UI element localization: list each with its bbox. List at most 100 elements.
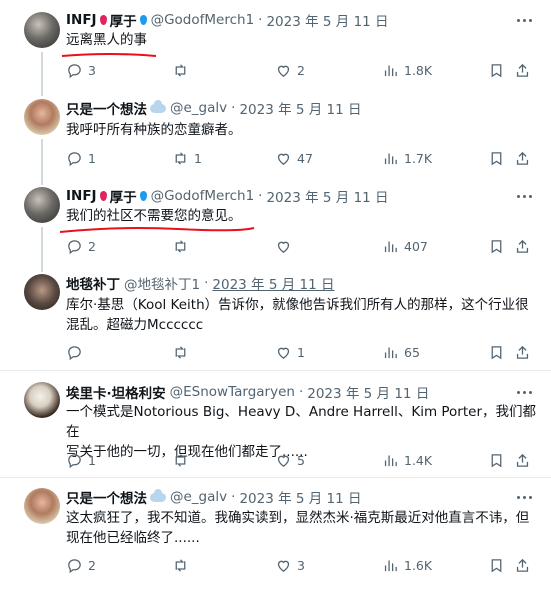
like-button[interactable]: 2 bbox=[275, 60, 305, 80]
bookmark-button[interactable] bbox=[488, 236, 505, 256]
author-name[interactable]: 埃里卡·坦格利安 bbox=[66, 382, 166, 402]
share-button[interactable] bbox=[514, 555, 531, 575]
retweet-icon bbox=[175, 558, 186, 572]
tweet-text-line: 这太疯狂了，我不知道。我确实读到，显然杰米·福克斯最近对他直言不讳，但 bbox=[66, 510, 530, 526]
bookmark-icon bbox=[491, 558, 502, 572]
annotation-underline bbox=[61, 53, 157, 57]
tweet-header: INFJ 厚于 @GodofMerch1 · 2023 年 5 月 11 日 bbox=[66, 186, 389, 206]
bookmark-button[interactable] bbox=[488, 555, 505, 575]
bookmark-button[interactable] bbox=[488, 148, 505, 168]
like-icon bbox=[277, 560, 290, 572]
tweet[interactable]: INFJ 厚于 @GodofMerch1 · 2023 年 5 月 11 日 远… bbox=[0, 0, 551, 92]
like-button[interactable] bbox=[275, 236, 297, 256]
more-icon[interactable] bbox=[514, 12, 534, 28]
views-button[interactable]: 1.8K bbox=[382, 60, 432, 80]
reply-button[interactable]: 2 bbox=[66, 555, 96, 575]
like-button[interactable]: 5 bbox=[275, 450, 305, 470]
author-handle[interactable]: @e_galv bbox=[170, 489, 227, 505]
tweet-text-line: 现在他已经临终了...... bbox=[66, 530, 200, 546]
views-button[interactable]: 1.4K bbox=[382, 450, 432, 470]
tweet-date[interactable]: 2023 年 5 月 11 日 bbox=[266, 186, 388, 206]
tweet[interactable]: 地毯补丁 @地毯补丁1 · 2023 年 5 月 11 日 库尔·基思（Kool… bbox=[0, 264, 551, 368]
retweet-button[interactable] bbox=[172, 60, 194, 80]
more-icon[interactable] bbox=[514, 489, 534, 505]
tweet-header: 只是一个想法 @e_galv · 2023 年 5 月 11 日 bbox=[66, 98, 362, 118]
avatar[interactable] bbox=[24, 12, 60, 48]
separator-dot: · bbox=[298, 384, 304, 400]
tweet-text: 库尔·基思（Kool Keith）告诉你，就像他告诉我们所有人的那样，这个行业很… bbox=[66, 295, 536, 335]
tweet[interactable]: 只是一个想法 @e_galv · 2023 年 5 月 11 日 这太疯狂了，我… bbox=[0, 478, 551, 589]
author-handle[interactable]: @地毯补丁1 bbox=[124, 273, 200, 293]
author-name-suffix[interactable]: 厚于 bbox=[110, 10, 137, 30]
author-handle[interactable]: @ESnowTargaryen bbox=[170, 384, 295, 400]
more-icon[interactable] bbox=[514, 188, 534, 204]
tweet-date[interactable]: 2023 年 5 月 11 日 bbox=[239, 487, 361, 507]
views-button[interactable]: 407 bbox=[382, 236, 428, 256]
like-button[interactable]: 1 bbox=[275, 342, 305, 362]
drop-icon bbox=[99, 191, 107, 201]
views-count: 1.6K bbox=[404, 557, 433, 573]
retweet-button[interactable] bbox=[172, 450, 194, 470]
views-button[interactable]: 65 bbox=[382, 342, 420, 362]
like-icon bbox=[277, 347, 290, 359]
share-button[interactable] bbox=[514, 60, 531, 80]
more-icon[interactable] bbox=[514, 384, 534, 400]
reply-button[interactable]: 1 bbox=[66, 450, 96, 470]
share-button[interactable] bbox=[514, 148, 531, 168]
tweet-date[interactable]: 2023 年 5 月 11 日 bbox=[212, 273, 334, 293]
tweet-text: 远离黑人的事 bbox=[66, 32, 147, 48]
author-name[interactable]: 地毯补丁 bbox=[66, 273, 120, 293]
tweet[interactable]: 只是一个想法 @e_galv · 2023 年 5 月 11 日 我呼吁所有种族… bbox=[0, 92, 551, 180]
retweet-icon bbox=[175, 453, 186, 467]
tweet-date[interactable]: 2023 年 5 月 11 日 bbox=[307, 382, 429, 402]
like-count: 3 bbox=[297, 557, 305, 573]
reply-button[interactable]: 1 bbox=[66, 148, 96, 168]
retweet-button[interactable] bbox=[172, 236, 194, 256]
annotation-underline bbox=[59, 227, 255, 233]
like-button[interactable]: 47 bbox=[275, 148, 313, 168]
views-button[interactable]: 1.7K bbox=[382, 148, 432, 168]
author-name[interactable]: 只是一个想法 bbox=[66, 98, 147, 118]
separator-dot: · bbox=[258, 188, 263, 204]
avatar[interactable] bbox=[24, 382, 60, 418]
author-handle[interactable]: @GodofMerch1 bbox=[151, 12, 255, 28]
author-name[interactable]: INFJ bbox=[66, 12, 97, 28]
author-handle[interactable]: @GodofMerch1 bbox=[151, 188, 255, 204]
drop-icon bbox=[139, 191, 147, 201]
share-button[interactable] bbox=[514, 236, 531, 256]
retweet-button[interactable] bbox=[172, 342, 194, 362]
tweet[interactable]: INFJ 厚于 @GodofMerch1 · 2023 年 5 月 11 日 我… bbox=[0, 180, 551, 264]
share-button[interactable] bbox=[514, 450, 531, 470]
tweet[interactable]: 埃里卡·坦格利安 @ESnowTargaryen · 2023 年 5 月 11… bbox=[0, 371, 551, 477]
reply-button[interactable]: 3 bbox=[66, 60, 96, 80]
bookmark-button[interactable] bbox=[488, 450, 505, 470]
author-name[interactable]: 只是一个想法 bbox=[66, 487, 147, 507]
retweet-icon bbox=[175, 345, 186, 359]
tweet-actions: 3 2 1.8K bbox=[66, 60, 536, 80]
avatar[interactable] bbox=[24, 187, 60, 223]
author-name[interactable]: INFJ bbox=[66, 188, 97, 204]
views-button[interactable]: 1.6K bbox=[382, 555, 432, 575]
share-button[interactable] bbox=[514, 342, 531, 362]
author-name-suffix[interactable]: 厚于 bbox=[110, 186, 137, 206]
avatar[interactable] bbox=[24, 274, 60, 310]
author-handle[interactable]: @e_galv bbox=[170, 100, 227, 116]
views-icon bbox=[384, 65, 397, 76]
like-icon bbox=[277, 153, 290, 165]
avatar[interactable] bbox=[24, 488, 60, 524]
views-count: 407 bbox=[404, 238, 428, 254]
reply-button[interactable] bbox=[66, 342, 88, 362]
avatar[interactable] bbox=[24, 99, 60, 135]
share-icon bbox=[516, 63, 529, 77]
retweet-button[interactable] bbox=[172, 555, 194, 575]
tweet-date[interactable]: 2023 年 5 月 11 日 bbox=[266, 10, 388, 30]
tweet-date[interactable]: 2023 年 5 月 11 日 bbox=[239, 98, 361, 118]
retweet-button[interactable]: 1 bbox=[172, 148, 202, 168]
bookmark-icon bbox=[491, 63, 502, 77]
cloud-icon bbox=[150, 488, 166, 502]
like-button[interactable]: 3 bbox=[275, 555, 305, 575]
bookmark-button[interactable] bbox=[488, 342, 505, 362]
bookmark-button[interactable] bbox=[488, 60, 505, 80]
reply-button[interactable]: 2 bbox=[66, 236, 96, 256]
tweet-text: 我呼吁所有种族的恋童癖者。 bbox=[66, 122, 242, 138]
